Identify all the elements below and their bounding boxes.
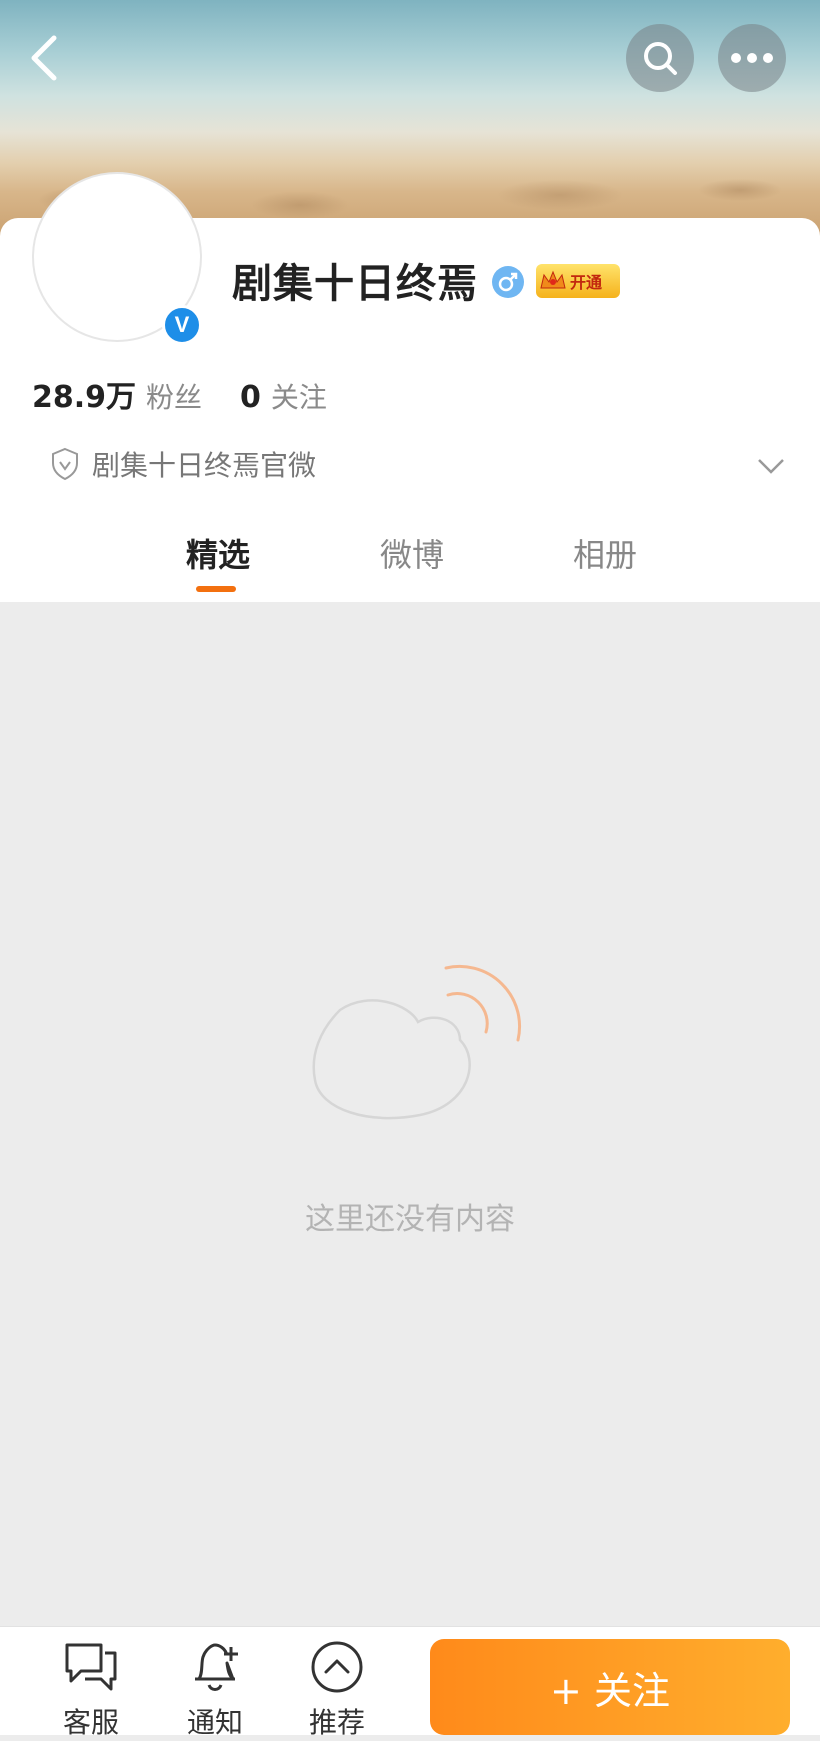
followers-label[interactable]: 粉丝 xyxy=(146,376,202,416)
male-icon xyxy=(492,266,524,298)
tab-weibo[interactable]: 微博 xyxy=(380,530,444,576)
profile-name: 剧集十日终焉 xyxy=(232,261,478,307)
profile-tabs: 精选 微博 相册 xyxy=(0,520,820,602)
active-tab-indicator xyxy=(196,586,236,592)
notify-label: 通知 xyxy=(186,1706,243,1739)
more-button[interactable] xyxy=(718,24,786,92)
shield-icon xyxy=(52,447,78,481)
following-count[interactable]: 0 xyxy=(240,380,261,415)
chat-bubble-icon xyxy=(65,1643,117,1691)
search-button[interactable] xyxy=(626,24,694,92)
bottom-action-bar: 客服 通知 推荐 + 关注 xyxy=(0,1626,820,1739)
vip-open-button[interactable]: 开通 xyxy=(536,264,620,298)
empty-state-text: 这里还没有内容 xyxy=(305,1202,515,1237)
profile-description: 剧集十日终焉官微 xyxy=(50,444,316,484)
vip-label: 开通 xyxy=(570,273,603,292)
expand-profile-button[interactable] xyxy=(756,450,786,480)
crown-icon xyxy=(540,270,566,289)
back-arrow-icon xyxy=(31,35,57,81)
back-button[interactable] xyxy=(26,32,66,84)
followers-count[interactable]: 28.9万 xyxy=(32,372,136,416)
verified-badge-icon: V xyxy=(162,305,202,345)
follow-button[interactable]: + 关注 xyxy=(430,1639,790,1735)
customer-service-button[interactable]: 客服 xyxy=(46,1639,136,1741)
tab-album[interactable]: 相册 xyxy=(573,530,637,576)
chevron-up-circle-icon xyxy=(311,1641,363,1693)
profile-stats: 28.9万 粉丝 0 关注 xyxy=(32,372,365,416)
more-dots-icon xyxy=(731,53,773,63)
bell-plus-icon xyxy=(195,1643,238,1691)
description-text: 剧集十日终焉官微 xyxy=(92,449,317,482)
tab-featured[interactable]: 精选 xyxy=(186,530,250,576)
recommend-label: 推荐 xyxy=(308,1706,365,1739)
following-label[interactable]: 关注 xyxy=(271,376,327,416)
chevron-down-icon xyxy=(758,459,784,474)
empty-weibo-logo-icon xyxy=(312,964,522,1120)
search-icon xyxy=(644,42,677,75)
customer-service-label: 客服 xyxy=(62,1706,119,1739)
notify-button[interactable]: 通知 xyxy=(170,1639,260,1741)
recommend-button[interactable]: 推荐 xyxy=(292,1639,382,1741)
